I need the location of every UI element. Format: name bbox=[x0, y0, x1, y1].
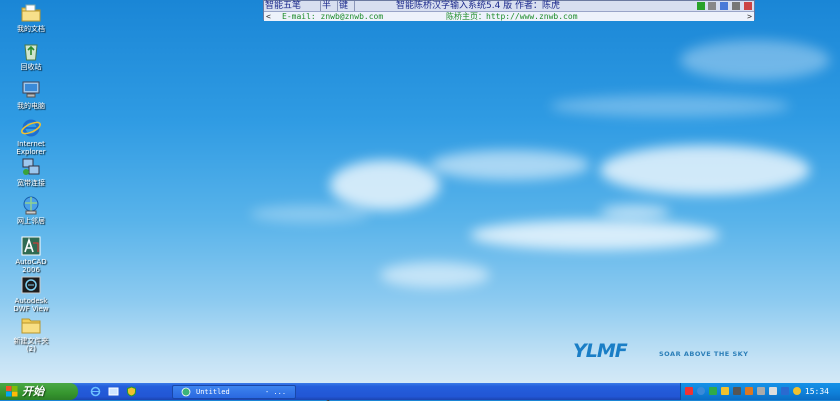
cloud bbox=[470, 220, 720, 250]
quicklaunch-show-desktop-icon[interactable] bbox=[108, 386, 119, 397]
desktop-icon-label: AutoCAD 2006 bbox=[15, 258, 47, 274]
network-icon bbox=[22, 158, 40, 175]
cloud bbox=[330, 160, 440, 210]
tray-printer-icon[interactable] bbox=[757, 387, 765, 395]
desktop-icon-network-places[interactable]: 网上邻居 bbox=[4, 194, 58, 225]
desktop-icon-internet-explorer[interactable]: Internet Explorer bbox=[4, 117, 58, 156]
network-places-icon bbox=[23, 196, 39, 215]
taskbar-window-title: Untitled bbox=[196, 388, 230, 396]
desktop-icon-my-computer[interactable]: 我的电脑 bbox=[4, 79, 58, 110]
desktop-icon-label: Internet Explorer bbox=[16, 140, 46, 156]
recycle-bin-icon bbox=[24, 44, 38, 61]
desktop-icon-my-documents[interactable]: 我的文档 bbox=[4, 2, 58, 33]
settings-icon[interactable] bbox=[708, 2, 717, 10]
tray-monitor-icon[interactable] bbox=[733, 387, 741, 395]
desktop-icon-recycle-bin[interactable]: 回收站 bbox=[4, 40, 58, 71]
cloud bbox=[430, 150, 590, 180]
edit-icon[interactable] bbox=[732, 2, 741, 10]
start-label: 开始 bbox=[22, 385, 44, 398]
ime-mode-button[interactable]: 智能五笔 bbox=[264, 1, 321, 11]
ime-toolbar[interactable]: 智能五笔 半 键 智能陈桥汉字输入系统5.4 版 作者：陈虎 < E-mail:… bbox=[263, 0, 755, 21]
taskbar: 开始 Untitled - ... 15:34 bbox=[0, 383, 840, 400]
tool-icon[interactable] bbox=[720, 2, 729, 10]
cloud bbox=[680, 40, 830, 80]
tray-app-icon[interactable] bbox=[745, 387, 753, 395]
desktop-icon-new-folder[interactable]: 新建文件夹 (2) bbox=[4, 314, 58, 353]
desktop-icon-label: 回收站 bbox=[20, 63, 42, 71]
ylmf-logo-text: YLMF bbox=[573, 340, 628, 362]
cloud bbox=[380, 262, 490, 288]
desktop-icon-label: Autodesk DWF View bbox=[13, 297, 49, 313]
computer-icon bbox=[22, 81, 40, 98]
ime-homepage: 陈桥主页：http://www.znwb.com bbox=[446, 12, 578, 21]
cloud bbox=[600, 205, 670, 219]
cloud bbox=[250, 205, 370, 223]
help-icon[interactable] bbox=[696, 2, 705, 10]
start-button[interactable]: 开始 bbox=[0, 383, 78, 400]
desktop-icon-autocad[interactable]: AutoCAD 2006 bbox=[4, 235, 58, 274]
ime-half-width-button[interactable]: 半 bbox=[321, 1, 338, 11]
ie-icon bbox=[21, 119, 41, 137]
cloud bbox=[550, 95, 790, 117]
quicklaunch-ie-icon[interactable] bbox=[90, 386, 101, 397]
volume-icon[interactable] bbox=[769, 387, 777, 395]
ime-title: 智能陈桥汉字输入系统5.4 版 作者：陈虎 bbox=[396, 1, 561, 11]
desktop-icon-label: 我的文档 bbox=[17, 25, 45, 33]
ime-icon-group bbox=[696, 1, 752, 11]
taskbar-window-suffix: - ... bbox=[265, 388, 287, 396]
folder-documents-icon bbox=[21, 4, 41, 22]
ime-scroll-right-button[interactable]: > bbox=[747, 12, 752, 21]
dwf-viewer-icon bbox=[21, 276, 41, 294]
autocad-icon bbox=[21, 236, 41, 256]
taskbar-window-untitled[interactable]: Untitled - ... bbox=[172, 385, 296, 399]
desktop-icon-label: 网上邻居 bbox=[17, 217, 45, 225]
tray-bluetooth-icon[interactable] bbox=[781, 387, 789, 395]
tray-network-icon[interactable] bbox=[709, 387, 717, 395]
desktop-icon-label: 宽带连接 bbox=[17, 179, 45, 187]
wallpaper-logo: YLMF SOAR ABOVE THE SKY bbox=[573, 340, 773, 364]
app-icon bbox=[181, 387, 191, 397]
ime-keyboard-button[interactable]: 键 bbox=[338, 1, 355, 11]
desktop-icon-autodesk-dwf-viewer[interactable]: Autodesk DWF View bbox=[4, 274, 58, 313]
ime-email: E-mail: znwb@znwb.com bbox=[282, 12, 384, 21]
ime-status-row: 智能五笔 半 键 智能陈桥汉字输入系统5.4 版 作者：陈虎 bbox=[264, 1, 754, 11]
windows-flag-icon bbox=[6, 386, 18, 397]
cloud bbox=[600, 145, 810, 195]
clock[interactable]: 15:34 bbox=[805, 383, 829, 400]
ylmf-slogan: SOAR ABOVE THE SKY bbox=[659, 350, 749, 358]
ime-info-row: < E-mail: znwb@znwb.com 陈桥主页：http://www.… bbox=[264, 11, 754, 21]
tray-security-icon[interactable] bbox=[793, 387, 801, 395]
quicklaunch-shield-icon[interactable] bbox=[126, 386, 137, 397]
tray-globe-icon[interactable] bbox=[697, 387, 705, 395]
folder-icon bbox=[21, 318, 41, 334]
desktop-icon-broadband-connection[interactable]: 宽带连接 bbox=[4, 156, 58, 187]
close-icon[interactable] bbox=[744, 2, 752, 10]
system-tray: 15:34 bbox=[680, 383, 840, 400]
ime-scroll-left-button[interactable]: < bbox=[266, 12, 271, 21]
tray-flag-icon[interactable] bbox=[685, 387, 693, 395]
tray-shield-icon[interactable] bbox=[721, 387, 729, 395]
desktop-icon-label: 我的电脑 bbox=[17, 102, 45, 110]
desktop-icon-label: 新建文件夹 (2) bbox=[13, 337, 49, 353]
